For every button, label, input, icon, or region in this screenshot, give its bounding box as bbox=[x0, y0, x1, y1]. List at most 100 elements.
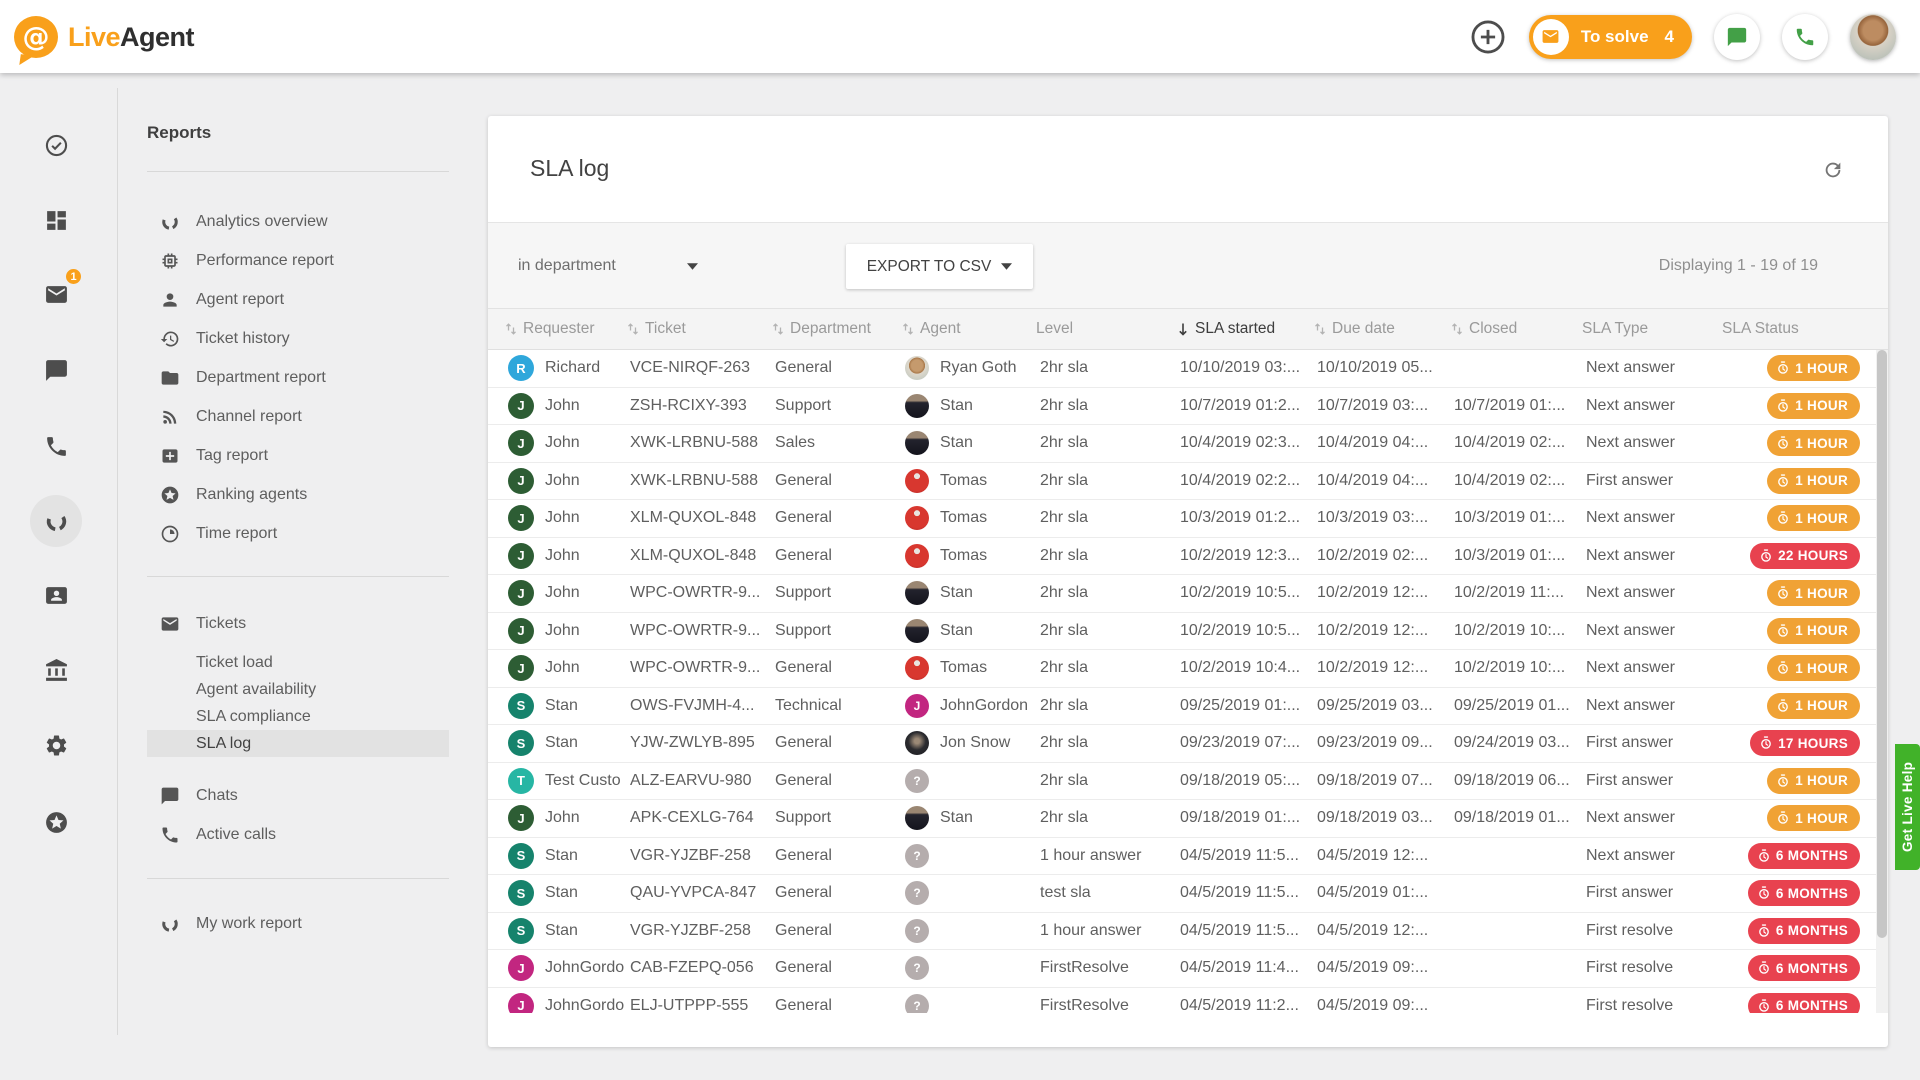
rail-item-contacts[interactable] bbox=[32, 571, 80, 619]
stopwatch-icon bbox=[1776, 699, 1790, 713]
column-header-sla-started[interactable]: SLA started bbox=[1176, 320, 1313, 338]
column-header-ticket[interactable]: Ticket bbox=[626, 320, 771, 338]
sidebar-item-performance-report[interactable]: Performance report bbox=[147, 241, 449, 280]
user-avatar[interactable] bbox=[1850, 14, 1896, 60]
table-row[interactable]: S Stan OWS-FVJMH-4... Technical J JohnGo… bbox=[488, 688, 1876, 726]
cell-sla-started: 09/18/2019 05:... bbox=[1180, 772, 1317, 790]
cell-due-date: 04/5/2019 12:... bbox=[1317, 847, 1454, 865]
table-row[interactable]: J John XWK-LRBNU-588 General Tomas 2hr s… bbox=[488, 463, 1876, 501]
table-row[interactable]: J John WPC-OWRTR-9... Support Stan 2hr s… bbox=[488, 613, 1876, 651]
cell-department: General bbox=[775, 997, 905, 1013]
column-header-level[interactable]: Level bbox=[1036, 320, 1176, 338]
rail-item-reports[interactable] bbox=[30, 495, 82, 547]
table-scrollbar[interactable] bbox=[1876, 350, 1888, 1013]
table-row[interactable]: J JohnGordo CAB-FZEPQ-056 General ? Firs… bbox=[488, 950, 1876, 988]
table-row[interactable]: J John WPC-OWRTR-9... Support Stan 2hr s… bbox=[488, 575, 1876, 613]
department-filter-select[interactable]: in department bbox=[518, 223, 698, 309]
get-live-help-button[interactable]: Get Live Help bbox=[1895, 744, 1920, 870]
table-row[interactable]: J John XLM-QUXOL-848 General Tomas 2hr s… bbox=[488, 538, 1876, 576]
sidebar-item-agent-availability[interactable]: Agent availability bbox=[147, 676, 449, 703]
table-row[interactable]: J John APK-CEXLG-764 Support Stan 2hr sl… bbox=[488, 800, 1876, 838]
table-row[interactable]: S Stan QAU-YVPCA-847 General ? test sla … bbox=[488, 875, 1876, 913]
avatar bbox=[905, 731, 929, 755]
column-header-sla-status[interactable]: SLA Status bbox=[1722, 320, 1872, 338]
chats-quick-button[interactable] bbox=[1714, 14, 1760, 60]
sidebar-item-sla-log[interactable]: SLA log bbox=[147, 730, 449, 757]
table-row[interactable]: J John WPC-OWRTR-9... General Tomas 2hr … bbox=[488, 650, 1876, 688]
to-solve-button[interactable]: To solve 4 bbox=[1529, 15, 1692, 59]
cell-agent-avatar: ? bbox=[905, 919, 940, 943]
column-header-department[interactable]: Department bbox=[771, 320, 901, 338]
export-csv-button[interactable]: EXPORT TO CSV bbox=[846, 244, 1033, 289]
column-label: Requester bbox=[523, 320, 595, 338]
column-header-due-date[interactable]: Due date bbox=[1313, 320, 1450, 338]
table-row[interactable]: J John ZSH-RCIXY-393 Support Stan 2hr sl… bbox=[488, 388, 1876, 426]
rail-item-chats[interactable] bbox=[32, 346, 80, 394]
sidebar-item-ticket-load[interactable]: Ticket load bbox=[147, 649, 449, 676]
cell-department: General bbox=[775, 472, 905, 490]
rail-item-calls[interactable] bbox=[32, 422, 80, 470]
table-row[interactable]: J John XLM-QUXOL-848 General Tomas 2hr s… bbox=[488, 500, 1876, 538]
sidebar-item-my-work-report[interactable]: My work report bbox=[147, 905, 449, 943]
table-row[interactable]: R Richard VCE-NIRQF-263 General Ryan Got… bbox=[488, 350, 1876, 388]
avatar bbox=[905, 544, 929, 568]
sort-icon bbox=[771, 321, 785, 337]
reports-nav: Reports Analytics overview Performance r… bbox=[147, 73, 449, 1080]
sidebar-item-chats[interactable]: Chats bbox=[147, 777, 449, 815]
sidebar-item-sla-compliance[interactable]: SLA compliance bbox=[147, 703, 449, 730]
sidebar-item-department-report[interactable]: Department report bbox=[147, 358, 449, 397]
column-header-sla-type[interactable]: SLA Type bbox=[1582, 320, 1722, 338]
avatar: T bbox=[508, 768, 534, 794]
rail-item-tasks[interactable] bbox=[32, 121, 80, 169]
cell-agent-avatar bbox=[905, 544, 940, 568]
stopwatch-icon bbox=[1776, 624, 1790, 638]
avatar: J bbox=[508, 430, 534, 456]
history-icon bbox=[160, 329, 180, 349]
sidebar-item-tag-report[interactable]: Tag report bbox=[147, 436, 449, 475]
rail-item-dashboard[interactable] bbox=[32, 196, 80, 244]
rail-item-company[interactable] bbox=[32, 646, 80, 694]
refresh-button[interactable] bbox=[1822, 159, 1844, 181]
column-header-agent[interactable]: Agent bbox=[901, 320, 1036, 338]
sidebar-item-time-report[interactable]: Time report bbox=[147, 514, 449, 553]
table-row[interactable]: J JohnGordo ELJ-UTPPP-555 General ? Firs… bbox=[488, 988, 1876, 1014]
cell-department: General bbox=[775, 547, 905, 565]
add-new-button[interactable] bbox=[1469, 18, 1507, 56]
table-row[interactable]: S Stan YJW-ZWLYB-895 General Jon Snow 2h… bbox=[488, 725, 1876, 763]
column-header-requester[interactable]: Requester bbox=[504, 320, 626, 338]
rail-item-settings[interactable] bbox=[32, 721, 80, 769]
cell-agent-avatar bbox=[905, 356, 940, 380]
chevron-down-icon bbox=[687, 263, 698, 270]
sidebar-item-channel-report[interactable]: Channel report bbox=[147, 397, 449, 436]
sidebar-item-tickets[interactable]: Tickets bbox=[147, 605, 449, 643]
table-row[interactable]: T Test Custo ALZ-EARVU-980 General ? 2hr… bbox=[488, 763, 1876, 801]
scrollbar-thumb[interactable] bbox=[1877, 350, 1887, 938]
folder-icon bbox=[160, 368, 180, 388]
sidebar-item-ticket-history[interactable]: Ticket history bbox=[147, 319, 449, 358]
rail-item-gamification[interactable] bbox=[32, 798, 80, 846]
cell-level: 2hr sla bbox=[1040, 809, 1180, 827]
calls-quick-button[interactable] bbox=[1782, 14, 1828, 60]
sidebar-item-agent-report[interactable]: Agent report bbox=[147, 280, 449, 319]
cell-sla-started: 04/5/2019 11:4... bbox=[1180, 959, 1317, 977]
column-label: SLA started bbox=[1195, 320, 1275, 338]
avatar: J bbox=[508, 505, 534, 531]
cell-sla-started: 10/4/2019 02:2... bbox=[1180, 472, 1317, 490]
column-header-closed[interactable]: Closed bbox=[1450, 320, 1582, 338]
rail-item-tickets[interactable]: 1 bbox=[32, 270, 80, 318]
sidebar-item-ranking-agents[interactable]: Ranking agents bbox=[147, 475, 449, 514]
liveagent-logo[interactable]: @ LiveAgent bbox=[14, 14, 194, 60]
cell-closed: 09/18/2019 01... bbox=[1454, 809, 1586, 827]
sidebar-item-active-calls[interactable]: Active calls bbox=[147, 816, 449, 854]
status-badge: 1 HOUR bbox=[1767, 618, 1860, 644]
table-row[interactable]: S Stan VGR-YJZBF-258 General ? 1 hour an… bbox=[488, 838, 1876, 876]
table-row[interactable]: J John XWK-LRBNU-588 Sales Stan 2hr sla … bbox=[488, 425, 1876, 463]
cell-requester-avatar: J bbox=[508, 805, 545, 831]
nav-divider bbox=[147, 878, 449, 879]
sidebar-item-analytics-overview[interactable]: Analytics overview bbox=[147, 202, 449, 241]
cell-sla-started: 10/10/2019 03:... bbox=[1180, 359, 1317, 377]
table-row[interactable]: S Stan VGR-YJZBF-258 General ? 1 hour an… bbox=[488, 913, 1876, 951]
cell-level: 1 hour answer bbox=[1040, 922, 1180, 940]
cell-requester-avatar: J bbox=[508, 618, 545, 644]
cell-sla-status: 1 HOUR bbox=[1726, 355, 1876, 381]
